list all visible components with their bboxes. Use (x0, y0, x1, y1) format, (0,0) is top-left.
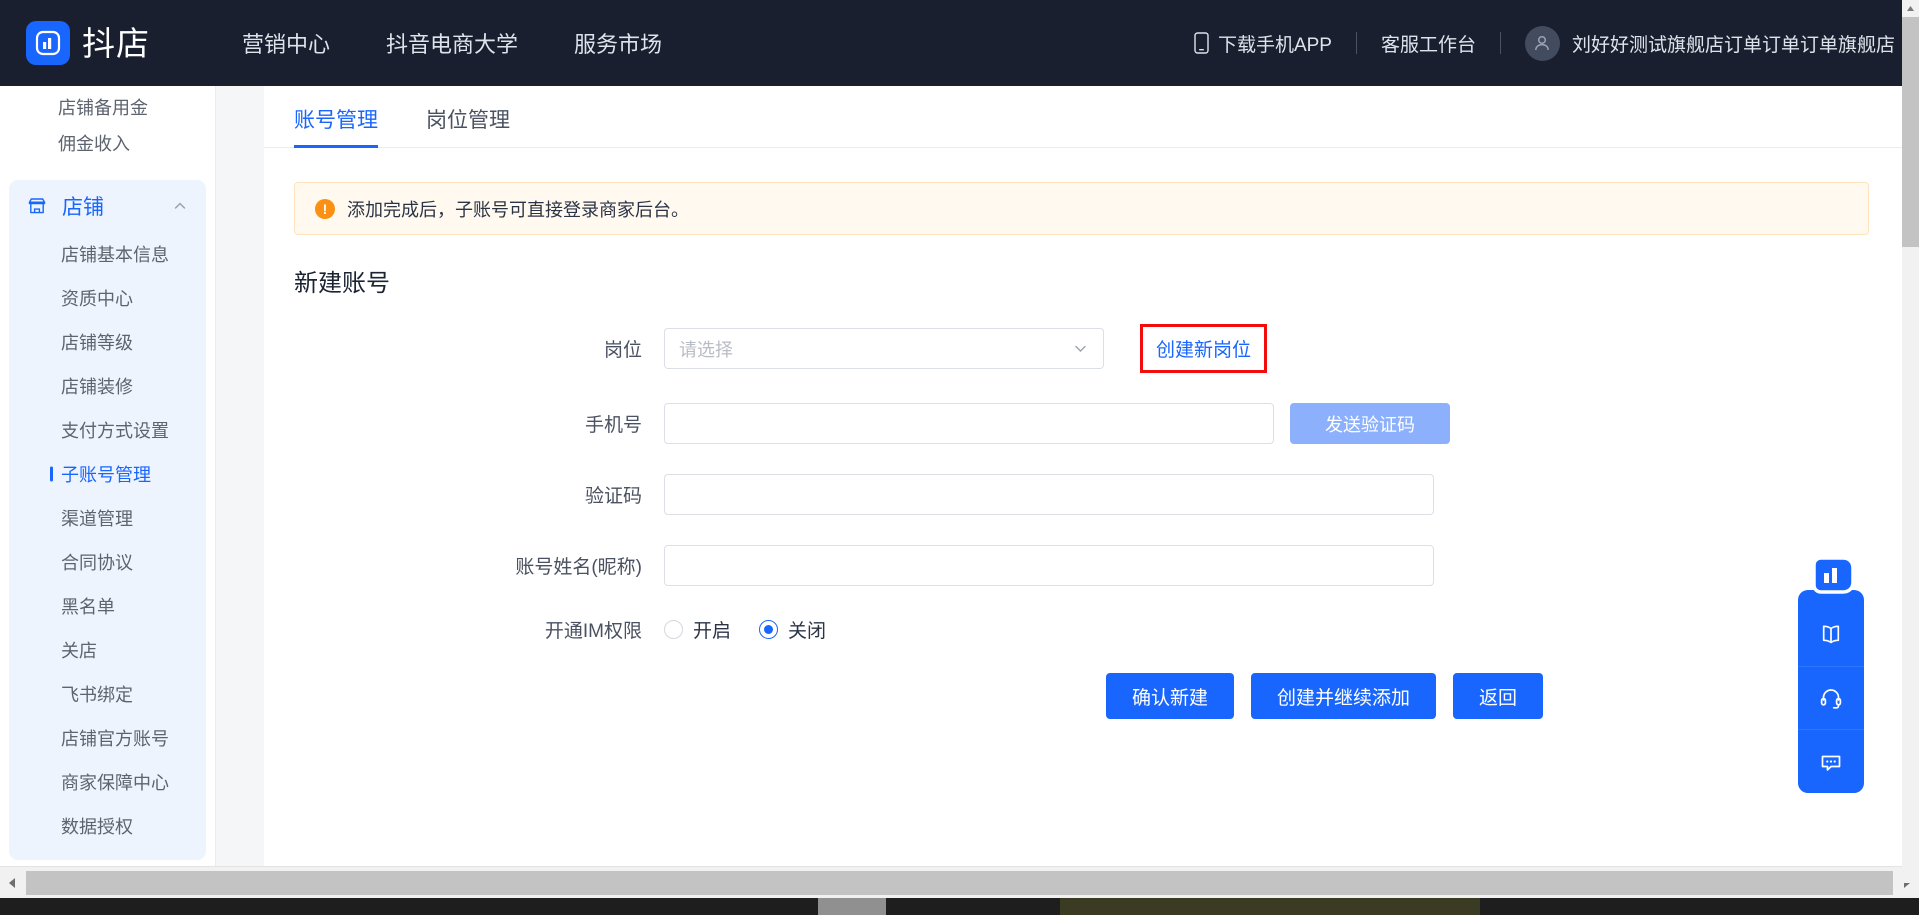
radio-circle-selected-icon (759, 620, 779, 639)
sidebar-item-payment-settings[interactable]: 支付方式设置 (9, 408, 206, 452)
im-permission-off-label: 关闭 (788, 621, 827, 642)
sidebar: 店铺备用金 佣金收入 店铺 店铺基本信息 资质中心 店铺等级 店铺装修 支付方式… (0, 86, 215, 883)
vertical-scroll-thumb[interactable] (1902, 17, 1919, 247)
info-alert: ! 添加完成后，子账号可直接登录商家后台。 (294, 182, 1869, 235)
top-nav-item-university[interactable]: 抖音电商大学 (386, 27, 518, 59)
floating-button-stack (1798, 590, 1864, 793)
phone-input[interactable] (664, 403, 1274, 444)
headset-icon[interactable] (1798, 667, 1864, 730)
radio-circle-icon (664, 620, 683, 639)
form-row-nickname: 账号姓名(昵称) (264, 545, 1919, 586)
user-avatar-icon (1524, 25, 1560, 61)
sidebar-item-official-account[interactable]: 店铺官方账号 (9, 716, 206, 760)
top-nav-item-marketing[interactable]: 营销中心 (242, 27, 330, 59)
new-account-form: 岗位 请选择 创建新岗位 手机号 发送验证码 验证码 账号姓名(昵称) 开通IM… (264, 324, 1919, 719)
im-permission-option-on[interactable]: 开启 (664, 616, 731, 643)
account-name: 刘好好测试旗舰店订单订单订单旗舰店 (1571, 34, 1895, 56)
download-app-label: 下载手机APP (1217, 34, 1332, 56)
sidebar-group-header-shop[interactable]: 店铺 (9, 180, 206, 232)
im-permission-label: 开通IM权限 (544, 621, 642, 642)
phone-label: 手机号 (584, 415, 642, 436)
sidebar-item-shop-level[interactable]: 店铺等级 (9, 320, 206, 364)
header-divider-2 (1499, 32, 1501, 54)
top-nav-item-service-market[interactable]: 服务市场 (574, 27, 662, 59)
sidebar-group-shop: 店铺 店铺基本信息 资质中心 店铺等级 店铺装修 支付方式设置 子账号管理 渠道… (9, 180, 206, 860)
sidebar-item-reserve-fund[interactable]: 店铺备用金 (0, 86, 215, 120)
sidebar-item-merchant-guarantee[interactable]: 商家保障中心 (9, 760, 206, 804)
sidebar-scroll-area: 店铺备用金 佣金收入 店铺 店铺基本信息 资质中心 店铺等级 店铺装修 支付方式… (0, 86, 215, 860)
sidebar-item-close-shop[interactable]: 关店 (9, 628, 206, 672)
main-content: 账号管理 岗位管理 ! 添加完成后，子账号可直接登录商家后台。 新建账号 岗位 … (264, 86, 1919, 883)
sidebar-item-blacklist[interactable]: 黑名单 (9, 584, 206, 628)
horizontal-scroll-thumb[interactable] (26, 870, 1893, 895)
create-position-highlight: 创建新岗位 (1140, 324, 1268, 373)
form-row-im-permission: 开通IM权限 开启 关闭 (264, 616, 1919, 643)
im-permission-on-label: 开启 (693, 621, 732, 642)
create-new-position-link[interactable]: 创建新岗位 (1156, 335, 1251, 362)
tab-position-management[interactable]: 岗位管理 (426, 104, 510, 147)
sidebar-item-channel-management[interactable]: 渠道管理 (9, 496, 206, 540)
os-taskbar (0, 898, 1919, 915)
service-desk-button[interactable]: 客服工作台 (1381, 30, 1476, 57)
sidebar-item-qualification-center[interactable]: 资质中心 (9, 276, 206, 320)
page-title: 新建账号 (294, 270, 390, 297)
taskbar-segment-2 (1060, 898, 1480, 915)
sidebar-group-title: 店铺 (62, 196, 104, 219)
code-label: 验证码 (584, 486, 642, 507)
im-permission-radio-group: 开启 关闭 (664, 616, 854, 643)
download-app-button[interactable]: 下载手机APP (1194, 30, 1332, 57)
sidebar-item-contract-agreement[interactable]: 合同协议 (9, 540, 206, 584)
sidebar-item-feishu-binding[interactable]: 飞书绑定 (9, 672, 206, 716)
form-row-position: 岗位 请选择 创建新岗位 (264, 324, 1919, 373)
brand[interactable]: 抖店 (26, 21, 150, 65)
brand-name: 抖店 (82, 24, 150, 62)
sidebar-item-sub-account-management[interactable]: 子账号管理 (9, 452, 206, 496)
tab-bar: 账号管理 岗位管理 (264, 86, 1919, 148)
taskbar-segment-1 (818, 898, 886, 915)
nickname-label: 账号姓名(昵称) (515, 557, 642, 578)
horizontal-scrollbar[interactable] (0, 866, 1919, 898)
verification-code-input[interactable] (664, 474, 1434, 515)
header-divider-1 (1355, 32, 1357, 54)
chevron-up-icon[interactable] (172, 198, 188, 214)
back-button[interactable]: 返回 (1453, 673, 1544, 719)
top-right-area: 下载手机APP 客服工作台 刘好好测试旗舰店订单订单订单旗舰店 (1194, 25, 1895, 61)
service-desk-label: 客服工作台 (1380, 34, 1476, 56)
send-code-button[interactable]: 发送验证码 (1290, 403, 1450, 444)
position-select[interactable]: 请选择 (664, 328, 1104, 369)
floating-help-widget (1798, 556, 1864, 793)
form-row-phone: 手机号 发送验证码 (264, 403, 1919, 444)
chevron-down-icon (1072, 340, 1089, 357)
top-header: 抖店 营销中心 抖音电商大学 服务市场 下载手机APP 客服工作台 刘好好测试旗… (0, 0, 1919, 86)
sidebar-item-shop-basic-info[interactable]: 店铺基本信息 (9, 232, 206, 276)
tab-account-management[interactable]: 账号管理 (294, 104, 378, 148)
mobile-phone-icon (1194, 32, 1209, 54)
arrow-up-icon[interactable] (1902, 0, 1919, 17)
position-label: 岗位 (603, 340, 642, 361)
content-gutter (216, 86, 264, 883)
doudian-logo-icon (26, 21, 70, 65)
doudian-logo-icon (1803, 554, 1859, 600)
alert-text: 添加完成后，子账号可直接登录商家后台。 (347, 199, 689, 220)
sidebar-item-commission-income[interactable]: 佣金收入 (0, 120, 215, 166)
nickname-input[interactable] (664, 545, 1434, 586)
sidebar-item-shop-decoration[interactable]: 店铺装修 (9, 364, 206, 408)
top-nav: 营销中心 抖音电商大学 服务市场 (242, 27, 718, 59)
confirm-create-button[interactable]: 确认新建 (1106, 673, 1235, 719)
book-icon[interactable] (1798, 604, 1864, 667)
shop-icon (26, 195, 48, 217)
chat-bubble-icon[interactable] (1798, 730, 1864, 793)
position-select-value: 请选择 (679, 339, 733, 360)
create-and-continue-button[interactable]: 创建并继续添加 (1251, 673, 1437, 719)
vertical-scrollbar[interactable] (1902, 0, 1919, 883)
arrow-left-icon[interactable] (0, 867, 24, 899)
form-row-code: 验证码 (264, 474, 1919, 515)
im-permission-option-off[interactable]: 关闭 (759, 616, 826, 643)
sidebar-item-data-authorization[interactable]: 数据授权 (9, 804, 206, 848)
warning-icon: ! (315, 198, 335, 219)
account-menu[interactable]: 刘好好测试旗舰店订单订单订单旗舰店 (1524, 25, 1895, 61)
